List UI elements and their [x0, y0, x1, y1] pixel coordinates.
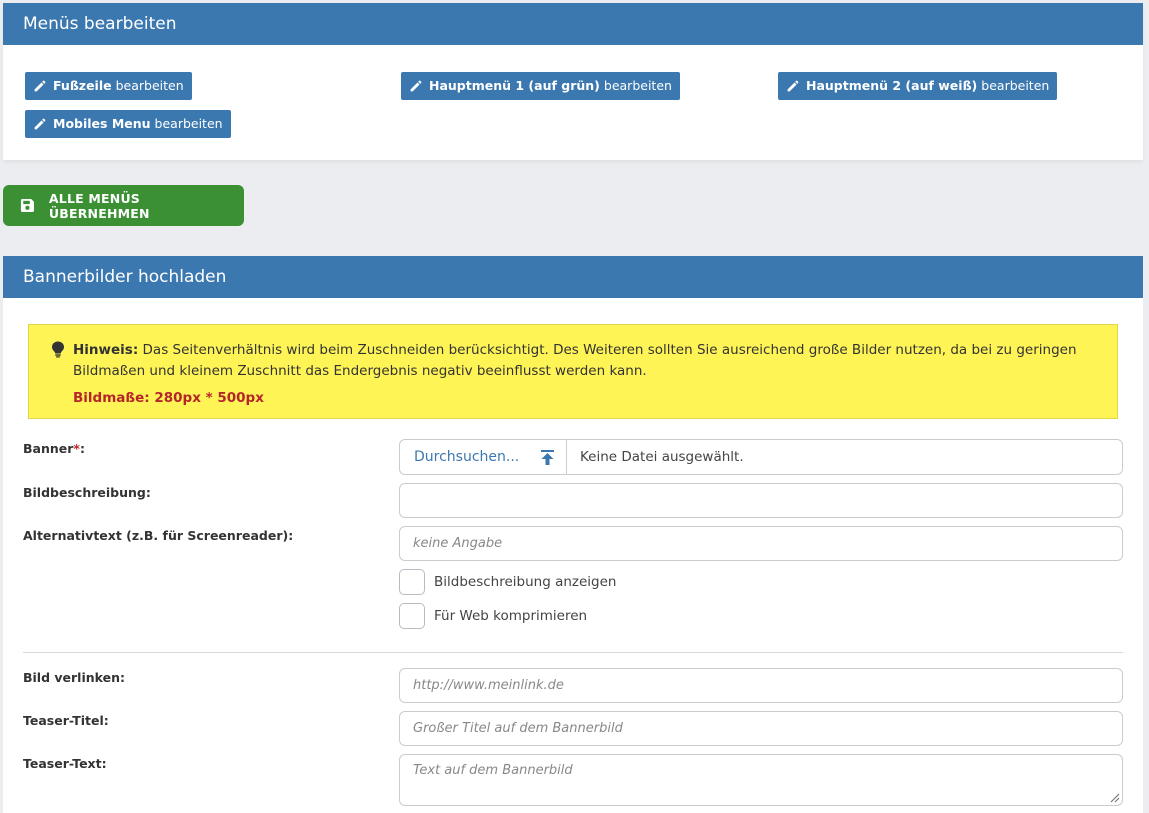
pencil-icon — [410, 80, 422, 91]
edit-main-menu-1-button[interactable]: Hauptmenü 1 (auf grün) bearbeiten — [401, 72, 680, 100]
alt-text-input[interactable]: keine Angabe — [399, 526, 1123, 561]
alt-text-label: Alternativtext (z.B. für Screenreader): — [23, 528, 294, 543]
banner-label: Banner*: — [23, 441, 85, 456]
teaser-title-input[interactable]: Großer Titel auf dem Bannerbild — [399, 711, 1123, 746]
panel-title: Bannerbilder hochladen — [3, 256, 1143, 298]
apply-all-menus-button[interactable]: ALLE MENÜS ÜBERNEHMEN — [3, 185, 244, 226]
button-label: ALLE MENÜS ÜBERNEHMEN — [48, 190, 150, 221]
button-label-bold: Hauptmenü 2 (auf weiß) — [806, 78, 978, 93]
upload-icon — [541, 450, 554, 465]
notice-body: Das Seitenverhältnis wird beim Zuschneid… — [73, 342, 1077, 379]
button-label: bearbeiten — [154, 116, 223, 131]
browse-button[interactable]: Durchsuchen... — [400, 440, 567, 474]
banner-label-text: Banner — [23, 441, 74, 456]
edit-footer-button[interactable]: Fußzeile bearbeiten — [25, 72, 192, 100]
banner-upload-panel: Bannerbilder hochladen Hinweis: Das Seit… — [3, 256, 1143, 813]
show-description-checkbox[interactable] — [399, 569, 425, 595]
button-label: bearbeiten — [603, 78, 672, 93]
link-label: Bild verlinken: — [23, 670, 126, 685]
pencil-icon — [34, 118, 46, 129]
label-colon: : — [79, 441, 85, 456]
browse-label: Durchsuchen... — [414, 449, 520, 465]
panel-title: Menüs bearbeiten — [3, 3, 1143, 45]
pencil-icon — [34, 80, 46, 91]
file-status: Keine Datei ausgewählt. — [580, 449, 744, 465]
checkbox-label: Für Web komprimieren — [434, 608, 588, 624]
resize-grip-icon[interactable] — [1108, 791, 1120, 803]
banner-file-input: Durchsuchen... Keine Datei ausgewählt. — [399, 439, 1123, 475]
notice-text: Hinweis: Das Seitenverhältnis wird beim … — [73, 340, 1097, 382]
button-label-bold: Fußzeile — [53, 78, 112, 93]
edit-main-menu-2-button[interactable]: Hauptmenü 2 (auf weiß) bearbeiten — [778, 72, 1058, 100]
image-dimensions: Bildmaße: 280px * 500px — [73, 390, 264, 406]
show-description-option: Bildbeschreibung anzeigen — [399, 569, 616, 595]
checkbox-label: Bildbeschreibung anzeigen — [434, 574, 617, 590]
description-input[interactable] — [399, 483, 1123, 518]
textarea-placeholder: Text auf dem Bannerbild — [413, 763, 573, 778]
edit-mobile-menu-button[interactable]: Mobiles Menu bearbeiten — [25, 110, 231, 138]
teaser-title-label: Teaser-Titel: — [23, 713, 109, 728]
button-label: bearbeiten — [981, 78, 1050, 93]
lightbulb-icon — [52, 341, 64, 358]
pencil-icon — [787, 80, 799, 91]
link-input[interactable]: http://www.meinlink.de — [399, 668, 1123, 703]
compress-web-checkbox[interactable] — [399, 603, 425, 629]
divider — [23, 652, 1123, 653]
compress-web-option: Für Web komprimieren — [399, 603, 587, 629]
notice-strong: Hinweis: — [73, 342, 139, 358]
button-label-bold: Hauptmenü 1 (auf grün) — [429, 78, 600, 93]
menus-panel: Menüs bearbeiten Fußzeile bearbeiten Hau… — [3, 3, 1143, 160]
button-label-bold: Mobiles Menu — [53, 116, 151, 131]
teaser-text-label: Teaser-Text: — [23, 756, 107, 771]
button-label: bearbeiten — [115, 78, 184, 93]
description-label: Bildbeschreibung: — [23, 485, 151, 500]
hint-notice: Hinweis: Das Seitenverhältnis wird beim … — [28, 324, 1118, 419]
teaser-text-textarea[interactable]: Text auf dem Bannerbild — [399, 754, 1123, 806]
floppy-disk-icon — [20, 198, 34, 213]
